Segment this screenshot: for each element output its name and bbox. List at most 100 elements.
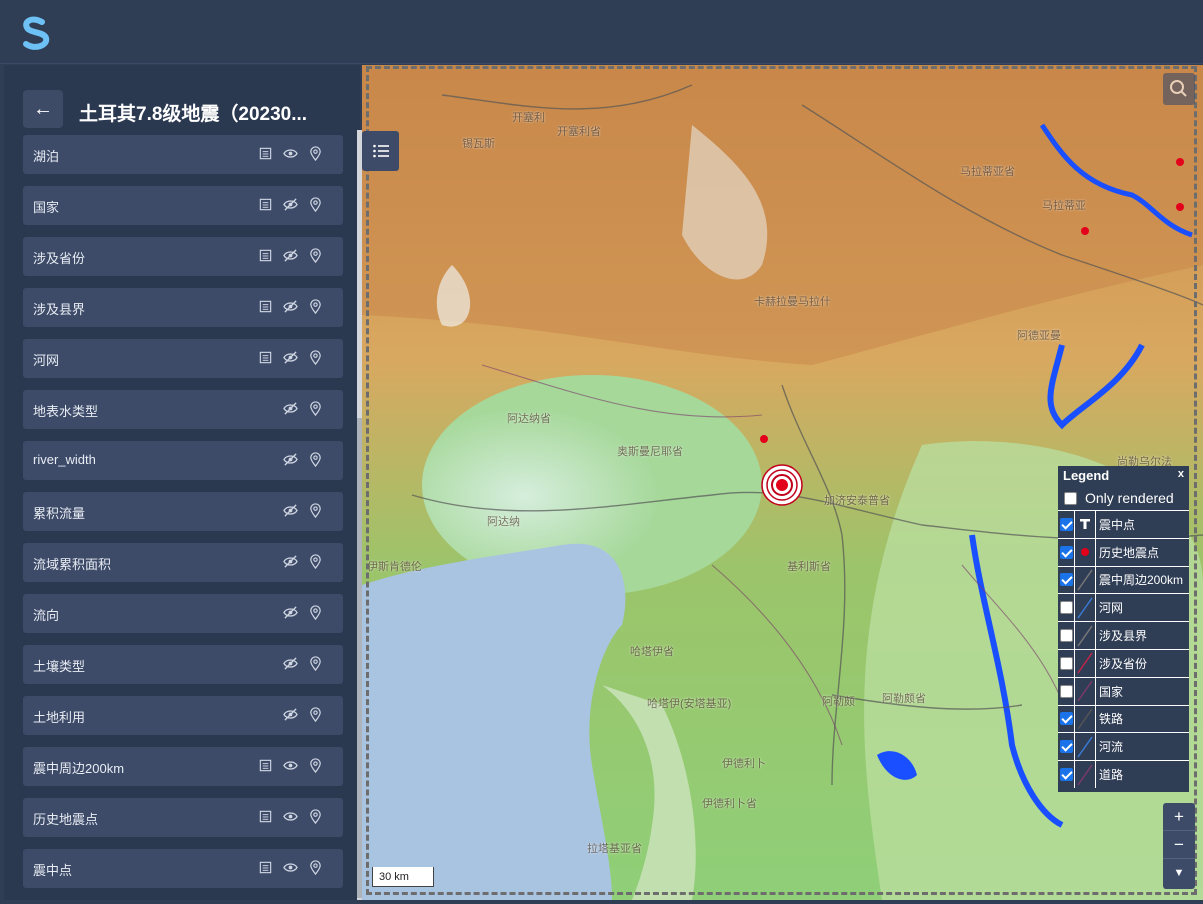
legend-panel: Legend x Only rendered 震中点 历史地震点 震中周边200km… bbox=[1058, 466, 1189, 792]
legend-checkbox[interactable] bbox=[1060, 768, 1073, 782]
locate-pin-icon[interactable] bbox=[308, 299, 323, 315]
label-osmaniye: 奥斯曼尼耶省 bbox=[617, 446, 683, 458]
eye-off-icon[interactable] bbox=[283, 197, 298, 212]
layer-item[interactable]: 土地利用 bbox=[23, 696, 343, 735]
eye-off-icon[interactable] bbox=[283, 452, 298, 467]
locate-pin-icon[interactable] bbox=[308, 860, 323, 876]
legend-checkbox[interactable] bbox=[1060, 684, 1073, 698]
legend-row[interactable]: 震中周边200km bbox=[1058, 565, 1189, 594]
attribute-table-icon[interactable] bbox=[258, 299, 273, 314]
locate-pin-icon[interactable] bbox=[308, 554, 323, 570]
only-rendered-toggle[interactable]: Only rendered bbox=[1058, 486, 1189, 510]
back-button[interactable]: ← bbox=[23, 90, 63, 128]
eye-off-icon[interactable] bbox=[283, 299, 298, 314]
legend-checkbox[interactable] bbox=[1060, 629, 1073, 643]
eye-off-icon[interactable] bbox=[283, 605, 298, 620]
legend-row[interactable]: 河网 bbox=[1058, 593, 1189, 622]
label-malatya-1: 马拉蒂亚省 bbox=[960, 166, 1015, 178]
attribute-table-icon[interactable] bbox=[258, 860, 273, 875]
legend-row[interactable]: 震中点 bbox=[1058, 510, 1189, 538]
legend-row[interactable]: 道路 bbox=[1058, 760, 1189, 788]
eye-off-icon[interactable] bbox=[283, 350, 298, 365]
locate-pin-icon[interactable] bbox=[308, 197, 323, 213]
layer-item[interactable]: 涉及省份 bbox=[23, 237, 343, 276]
eye-icon[interactable] bbox=[283, 860, 298, 875]
layer-item[interactable]: 流域累积面积 bbox=[23, 543, 343, 582]
zoom-out-button[interactable]: − bbox=[1163, 831, 1195, 859]
locate-pin-icon[interactable] bbox=[308, 350, 323, 366]
legend-checkbox[interactable] bbox=[1060, 573, 1073, 587]
legend-row[interactable]: 涉及县界 bbox=[1058, 621, 1189, 649]
layer-label: 涉及县界 bbox=[33, 302, 86, 317]
layer-item[interactable]: 震中点 bbox=[23, 849, 343, 888]
locate-pin-icon[interactable] bbox=[308, 809, 323, 825]
legend-label: 涉及县界 bbox=[1099, 629, 1148, 644]
attribute-table-icon[interactable] bbox=[258, 248, 273, 263]
s-logo-icon[interactable] bbox=[20, 16, 52, 50]
layer-item[interactable]: 地表水类型 bbox=[23, 390, 343, 429]
legend-checkbox[interactable] bbox=[1060, 712, 1073, 726]
layer-item[interactable]: 湖泊 bbox=[23, 135, 343, 174]
locate-pin-icon[interactable] bbox=[308, 758, 323, 774]
locate-pin-icon[interactable] bbox=[308, 707, 323, 723]
layer-actions bbox=[258, 146, 323, 162]
attribute-table-icon[interactable] bbox=[258, 350, 273, 365]
eye-off-icon[interactable] bbox=[283, 401, 298, 416]
attribute-table-icon[interactable] bbox=[258, 758, 273, 773]
locate-pin-icon[interactable] bbox=[308, 503, 323, 519]
map-search-button[interactable] bbox=[1163, 73, 1195, 105]
legend-symbol bbox=[1074, 733, 1096, 761]
layer-item[interactable]: 流向 bbox=[23, 594, 343, 633]
project-title: 土耳其7.8级地震（20230... bbox=[79, 104, 308, 125]
legend-checkbox-cell bbox=[1058, 684, 1074, 698]
locate-pin-icon[interactable] bbox=[308, 452, 323, 468]
eye-off-icon[interactable] bbox=[283, 554, 298, 569]
layer-item[interactable]: 累积流量 bbox=[23, 492, 343, 531]
layer-item[interactable]: river_width bbox=[23, 441, 343, 480]
legend-checkbox[interactable] bbox=[1060, 517, 1073, 531]
layer-item[interactable]: 震中周边200km bbox=[23, 747, 343, 786]
legend-checkbox-cell bbox=[1058, 545, 1074, 559]
attribute-table-icon[interactable] bbox=[258, 197, 273, 212]
zoom-more-button[interactable]: ▼ bbox=[1163, 859, 1195, 887]
epicenter-marker[interactable] bbox=[761, 464, 803, 506]
locate-pin-icon[interactable] bbox=[308, 401, 323, 417]
eye-off-icon[interactable] bbox=[283, 503, 298, 518]
legend-row[interactable]: 铁路 bbox=[1058, 704, 1189, 733]
only-rendered-checkbox[interactable] bbox=[1064, 491, 1077, 505]
layer-item[interactable]: 河网 bbox=[23, 339, 343, 378]
layer-item[interactable]: 土壤类型 bbox=[23, 645, 343, 684]
locate-pin-icon[interactable] bbox=[308, 248, 323, 264]
attribute-table-icon[interactable] bbox=[258, 809, 273, 824]
layer-label: 涉及省份 bbox=[33, 251, 86, 266]
legend-checkbox[interactable] bbox=[1060, 601, 1073, 615]
eye-icon[interactable] bbox=[283, 146, 298, 161]
map-view[interactable]: 开塞利 开塞利省 锡瓦斯 马拉蒂亚省 马拉蒂亚 阿德亚曼 卡赫拉曼马拉什 阿达纳省 奥斯曼尼耶省… bbox=[362, 65, 1203, 900]
legend-checkbox[interactable] bbox=[1060, 545, 1073, 559]
back-arrow-icon: ← bbox=[33, 97, 53, 120]
zoom-in-button[interactable]: + bbox=[1163, 803, 1195, 831]
locate-pin-icon[interactable] bbox=[308, 146, 323, 162]
attribute-table-icon[interactable] bbox=[258, 146, 273, 161]
legend-close-button[interactable]: x bbox=[1178, 468, 1184, 480]
layer-item[interactable]: 历史地震点 bbox=[23, 798, 343, 837]
eye-off-icon[interactable] bbox=[283, 656, 298, 671]
toc-toggle-button[interactable] bbox=[362, 131, 399, 171]
legend-checkbox[interactable] bbox=[1060, 656, 1073, 670]
layer-item[interactable]: 国家 bbox=[23, 186, 343, 225]
legend-row[interactable]: 河流 bbox=[1058, 732, 1189, 761]
legend-row[interactable]: 涉及省份 bbox=[1058, 648, 1189, 677]
legend-row[interactable]: 历史地震点 bbox=[1058, 537, 1189, 566]
legend-checkbox-cell bbox=[1058, 629, 1074, 643]
locate-pin-icon[interactable] bbox=[308, 605, 323, 621]
legend-checkbox[interactable] bbox=[1060, 740, 1073, 754]
eye-off-icon[interactable] bbox=[283, 707, 298, 722]
eye-off-icon[interactable] bbox=[283, 248, 298, 263]
eye-icon[interactable] bbox=[283, 758, 298, 773]
legend-row[interactable]: 国家 bbox=[1058, 676, 1189, 705]
layer-item[interactable]: 涉及县界 bbox=[23, 288, 343, 327]
legend-checkbox-cell bbox=[1058, 573, 1074, 587]
locate-pin-icon[interactable] bbox=[308, 656, 323, 672]
eye-icon[interactable] bbox=[283, 809, 298, 824]
layer-actions bbox=[258, 503, 323, 519]
